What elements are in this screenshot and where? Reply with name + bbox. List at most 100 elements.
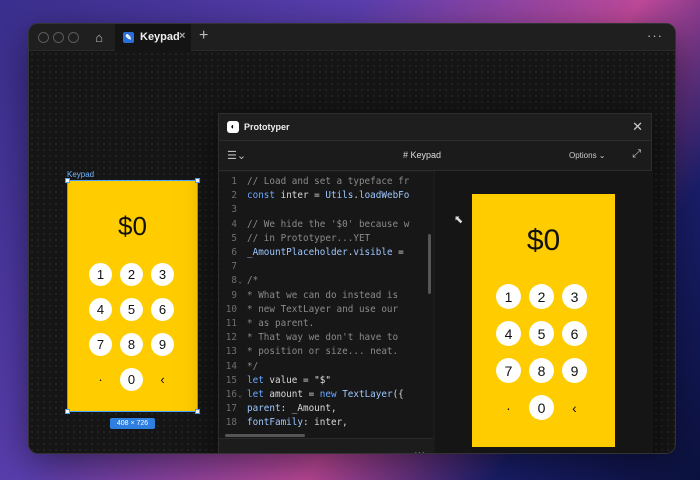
keypad-key[interactable]: · [89,368,112,391]
code-text: const inter = Utils.loadWebFo [247,190,410,202]
code-line[interactable]: 14 */ [219,360,433,374]
resize-handle-tr[interactable] [195,178,200,183]
tab-keypad[interactable]: ✎ Keypad × [115,24,191,51]
code-text: // We hide the '$0' because w [247,218,410,230]
keypad-frame[interactable]: $0 1 2 3 4 5 6 7 8 9 · 0 ‹ [65,178,200,414]
code-line[interactable]: 17 parent: _Amount, [219,402,433,416]
code-line[interactable]: 5 // in Prototyper...YET [219,232,433,246]
keypad-key[interactable]: 2 [529,284,554,309]
new-tab-button[interactable]: + [199,27,208,45]
code-line[interactable]: 3 [219,203,433,217]
fold-chevron-icon[interactable]: ⌄ [238,388,242,402]
keypad-key[interactable]: 6 [562,321,587,346]
code-line[interactable]: 13 * position or size... neat. [219,345,433,359]
line-number: 10 [225,303,237,315]
tab-close-icon[interactable]: × [179,30,185,42]
keypad-key[interactable]: 8 [120,333,143,356]
file-name: # Keypad [403,150,442,160]
keypad-key[interactable]: 9 [151,333,174,356]
keypad-key[interactable]: 1 [496,284,521,309]
keypad-key[interactable]: 2 [120,263,143,286]
frame-file-icon: ✎ [123,32,134,43]
line-number: 1 [231,176,237,187]
line-number: 17 [225,403,237,415]
code-line[interactable]: 10 * new TextLayer and use our [219,303,433,317]
close-window-button[interactable] [38,32,49,43]
code-line[interactable]: 2 const inter = Utils.loadWebFo [219,189,433,203]
editor-more-icon[interactable]: ··· [414,447,425,453]
tab-label: Keypad [140,31,180,43]
line-number: 15 [225,374,237,386]
keypad-key[interactable]: 0 [120,368,143,391]
resize-handle-tl[interactable] [65,178,70,183]
keypad-key[interactable]: 1 [89,263,112,286]
keypad-key[interactable]: 0 [529,395,554,420]
code-line[interactable]: 1 // Load and set a typeface fr [219,175,433,189]
code-text: */ [247,360,259,372]
frame-label[interactable]: Keypad [67,170,94,179]
line-number: 7 [231,261,237,273]
prototype-preview: $0 1 2 3 4 5 6 7 8 9 · 0 ‹ [435,171,653,453]
code-line[interactable]: 18 fontFamily: inter, [219,416,433,430]
resize-handle-bl[interactable] [65,409,70,414]
code-line[interactable]: 4 // We hide the '$0' because w [219,218,433,232]
keypad-key[interactable]: 7 [496,358,521,383]
code-text: // Load and set a typeface fr [247,176,410,187]
keypad-key[interactable]: 3 [151,263,174,286]
prototyper-header: ◐ Prototyper ✕ [219,114,651,141]
expand-icon[interactable]: ⤢ [632,148,641,161]
preview-keypad-frame[interactable]: $0 1 2 3 4 5 6 7 8 9 · 0 ‹ [472,194,615,447]
design-canvas[interactable]: Keypad $0 1 2 3 4 5 6 7 8 9 · 0 ‹ 408 × 726 ◐ Proto… [29,51,675,453]
prototyper-logo-icon: ◐ [227,121,239,133]
code-line[interactable]: 12 * That way we don't have to [219,331,433,345]
keypad-key[interactable]: 5 [529,321,554,346]
resize-handle-br[interactable] [195,409,200,414]
code-line[interactable]: 11 * as parent. [219,317,433,331]
horizontal-scrollbar[interactable] [225,434,305,437]
keypad-grid: 1 2 3 4 5 6 7 8 9 · 0 ‹ [89,263,174,391]
keypad-key[interactable]: 3 [562,284,587,309]
code-line[interactable]: 6 _AmountPlaceholder.visible = [219,246,433,260]
minimize-window-button[interactable] [53,32,64,43]
keypad-key[interactable]: 4 [89,298,112,321]
close-icon[interactable]: ✕ [632,119,643,135]
options-dropdown[interactable]: Options ⌄ [569,151,606,160]
fold-chevron-icon[interactable]: ⌄ [238,274,242,288]
app-window: ⌂ ✎ Keypad × + ··· Keypad $0 1 2 3 4 5 6 7 8 9 · 0… [28,23,676,454]
code-line[interactable]: 9 * What we can do instead is [219,289,433,303]
code-editor[interactable]: 1 // Load and set a typeface fr 2 const int… [219,172,433,438]
keypad-key[interactable]: · [496,395,521,420]
keypad-key[interactable]: ‹ [151,368,174,391]
home-icon[interactable]: ⌂ [91,30,107,46]
keypad-key[interactable]: 5 [120,298,143,321]
keypad-key[interactable]: 4 [496,321,521,346]
code-line[interactable]: 8 ⌄ /* [219,274,433,288]
zoom-window-button[interactable] [68,32,79,43]
keypad-key[interactable]: 9 [562,358,587,383]
keypad-key[interactable]: 6 [151,298,174,321]
preview-keypad-grid: 1 2 3 4 5 6 7 8 9 · 0 ‹ [496,284,587,420]
keypad-key[interactable]: 8 [529,358,554,383]
code-text: let amount = new TextLayer({ [247,389,404,400]
amount-text: $0 [118,211,147,241]
code-text: // in Prototyper...YET [247,232,371,244]
menu-icon[interactable]: ☰⌄ [227,149,246,162]
line-number: 3 [231,204,237,216]
line-number: 5 [231,232,237,244]
preview-amount-text: $0 [526,224,561,257]
keypad-key[interactable]: 7 [89,333,112,356]
keypad-key[interactable]: ‹ [562,395,587,420]
code-text: * as parent. [247,318,315,329]
more-options-icon[interactable]: ··· [647,28,663,43]
mouse-cursor-icon: ⬉ [454,214,464,226]
frame-size-badge: 408 × 726 [110,418,155,429]
code-line[interactable]: 7 [219,260,433,274]
code-text: * position or size... neat. [247,346,399,358]
prototyper-title: Prototyper [244,122,290,132]
code-line[interactable]: 16 ⌄ let amount = new TextLayer({ [219,388,433,402]
code-text: * new TextLayer and use our [247,303,399,315]
code-text: * That way we don't have to [247,332,399,344]
code-text: _AmountPlaceholder.visible = [247,247,404,258]
code-line[interactable]: 15 let value = "$" [219,374,433,388]
line-number: 8 [231,275,237,287]
